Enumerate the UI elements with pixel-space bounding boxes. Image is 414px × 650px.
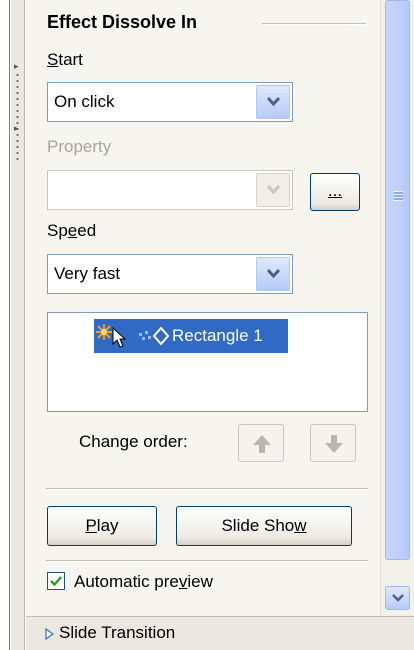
speed-dropdown[interactable]: Very fast [47, 254, 293, 294]
divider [46, 488, 368, 490]
change-order-label: Change order: [79, 432, 188, 451]
footer-right-cap [380, 616, 414, 650]
play-button[interactable]: Play [47, 506, 157, 546]
scrollbar-thumb[interactable] [385, 0, 410, 560]
property-dropdown [47, 170, 293, 210]
slide-show-button[interactable]: Slide Show [176, 506, 352, 546]
property-options-button[interactable]: ... [310, 173, 360, 211]
list-item[interactable]: Rectangle 1 [94, 319, 288, 353]
expand-arrow-icon [45, 628, 54, 640]
checkmark-icon [50, 576, 62, 587]
effect-title: Effect Dissolve In [47, 12, 198, 32]
automatic-preview-checkbox[interactable] [47, 572, 65, 590]
chevron-down-icon[interactable] [256, 257, 290, 291]
start-label: Start [47, 50, 83, 69]
grip-arrow-icon: ▸ [14, 61, 19, 71]
list-item-label: Rectangle 1 [172, 326, 263, 345]
shape-diamond-icon [152, 326, 170, 346]
chevron-down-icon[interactable] [256, 85, 290, 119]
slide-transition-section[interactable]: Slide Transition [26, 616, 380, 650]
effect-list[interactable]: Rectangle 1 [47, 312, 368, 412]
custom-animation-pane: Effect Dissolve In Start On click Proper… [26, 0, 380, 650]
automatic-preview-label: Automatic preview [74, 572, 213, 591]
mouse-click-icon [112, 326, 127, 348]
scroll-down-button[interactable] [385, 586, 410, 610]
grip-arrow-icon: ▸ [14, 123, 19, 133]
chevron-down-icon [392, 594, 404, 602]
move-down-button[interactable] [310, 424, 356, 462]
start-value: On click [54, 92, 115, 111]
property-label: Property [47, 137, 112, 156]
grip-dots [16, 72, 19, 162]
effect-icons [96, 324, 170, 348]
dissolve-icon [139, 331, 151, 340]
speed-label: Speed [47, 221, 97, 240]
start-dropdown[interactable]: On click [47, 82, 293, 122]
thumb-grip [394, 191, 403, 201]
title-rule [262, 23, 366, 25]
divider [46, 560, 368, 562]
ellipsis-label: ... [327, 181, 343, 200]
pane-resize-grip[interactable]: ▸ ▸ [11, 0, 25, 650]
arrow-down-icon [325, 435, 343, 453]
speed-value: Very fast [54, 264, 121, 283]
arrow-up-icon [253, 435, 271, 453]
move-up-button[interactable] [238, 424, 284, 462]
chevron-down-icon [256, 173, 290, 207]
slide-transition-label: Slide Transition [59, 623, 176, 642]
vertical-scrollbar[interactable] [380, 0, 414, 616]
entrance-star-icon [96, 324, 112, 340]
window-left-edge [0, 0, 10, 650]
